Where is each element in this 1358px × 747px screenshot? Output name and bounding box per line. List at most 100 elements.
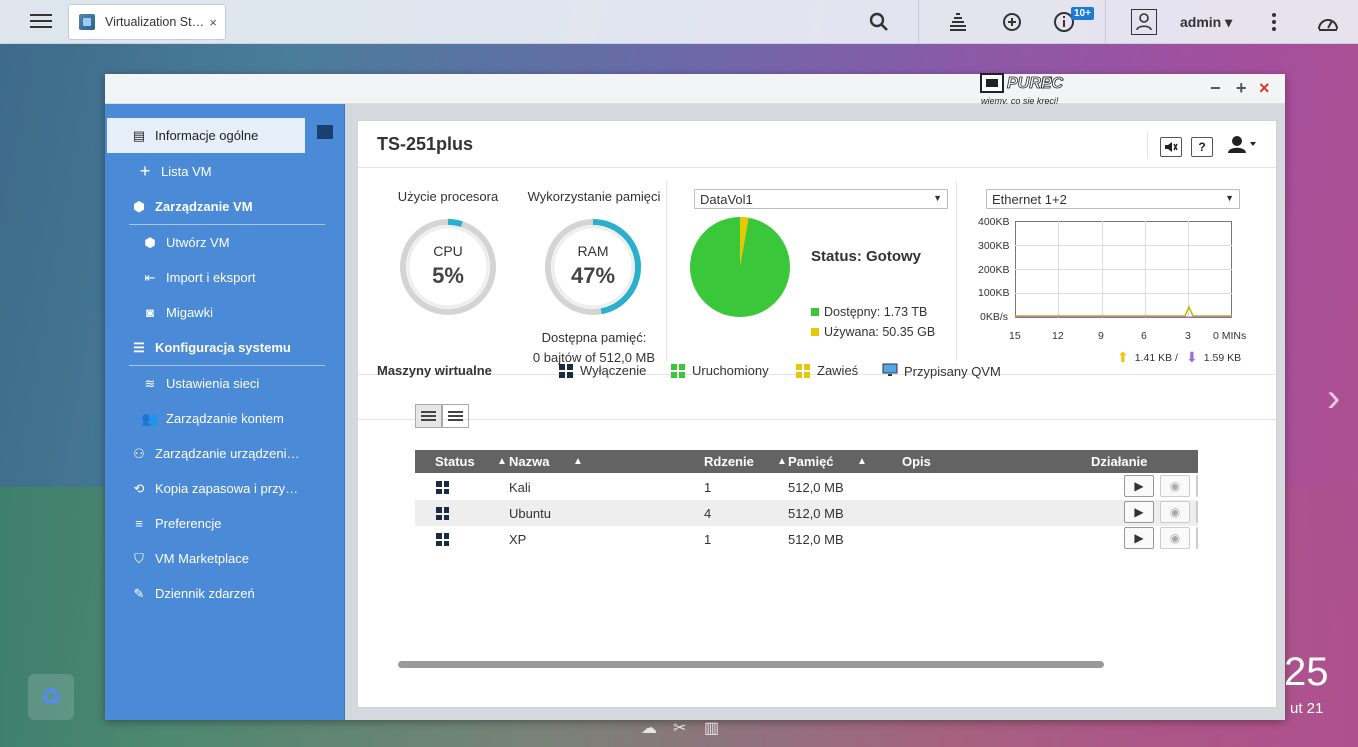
more-actions-button[interactable] [1196,527,1198,549]
legend-qvm: Przypisany QVM [882,363,1001,380]
vm-memory: 512,0 MB [788,506,844,521]
more-actions-button[interactable] [1196,475,1198,497]
x-tick-label: 6 [1141,330,1147,342]
sidebar-item-device-management[interactable]: ⚇ Zarządzanie urządzeni… [105,436,345,471]
eye-button[interactable]: ◉ [1160,501,1190,523]
download-rate: ⬇ 1.59 KB [1186,349,1241,366]
sidebar-item-system-config[interactable]: ☰ Konfiguracja systemu [105,330,345,365]
network-select-value: Ethernet 1+2 [992,192,1067,207]
cubes-icon: ⬢ [144,234,156,250]
more-options-icon[interactable] [1262,10,1286,34]
camera-icon: ◙ [146,305,154,320]
app-window: PURE PC wiemy, co się kręci! www.purepc.… [105,73,1285,720]
sidebar-item-account-management[interactable]: 👥 Zarządzanie kontem [105,401,345,436]
sync-icon[interactable] [1000,10,1024,34]
sidebar-item-create-vm[interactable]: ⬢ Utwórz VM [105,225,345,260]
sidebar-item-vm-list[interactable]: + Lista VM [105,154,345,189]
close-icon[interactable]: × [1259,78,1270,99]
sidebar-item-event-log[interactable]: ✎ Dziennik zdarzeń [105,576,345,611]
layout-toggle-icon[interactable] [317,125,333,139]
recycle-bin-icon[interactable]: ♻ [28,674,74,720]
tab-close-icon[interactable]: × [209,15,217,30]
network-icon: ≋ [144,375,156,391]
ram-value: 47% [570,263,616,288]
vm-memory: 512,0 MB [788,480,844,495]
main-content: TS-251plus ? Użycie procesora CPU 5% Wyk… [345,104,1285,720]
menu-icon[interactable] [30,10,52,30]
speaker-icon[interactable] [1160,137,1182,157]
col-memory[interactable]: Pamięć [788,454,834,469]
sidebar-item-label: Konfiguracja systemu [155,340,291,355]
sort-arrow-icon: ▲ [777,456,787,467]
network-select[interactable]: Ethernet 1+2 ▼ [986,189,1240,209]
user-icon[interactable] [1131,9,1157,35]
sidebar-item-label: Migawki [166,305,213,320]
volume-select[interactable]: DataVol1 ▼ [694,189,948,209]
vm-cores: 1 [704,480,712,495]
vm-cores: 1 [704,532,712,547]
sidebar-item-network-settings[interactable]: ≋ Ustawienia sieci [105,366,345,401]
volume-select-value: DataVol1 [700,192,753,207]
sidebar-item-vm-management[interactable]: ⬢ Zarządzanie VM [105,189,345,224]
window-titlebar[interactable]: PURE PC wiemy, co się kręci! www.purepc.… [105,73,1285,117]
vm-name: Ubuntu [509,506,551,521]
available-text: Dostępny: 1.73 TB [824,305,928,319]
eye-button[interactable]: ◉ [1160,475,1190,497]
sidebar-item-import-export[interactable]: ⇤ Import i eksport [105,260,345,295]
maximize-icon[interactable]: + [1236,78,1247,99]
log-icon: ✎ [133,585,145,601]
plus-icon: + [139,161,151,181]
tools-icon[interactable]: ✂ [673,718,686,738]
status-suspended-icon [796,363,810,378]
vm-cores: 4 [704,506,712,521]
sidebar-item-label: Utwórz VM [166,235,230,250]
status-off-icon [436,481,449,494]
col-status[interactable]: Status [435,454,475,469]
user-menu[interactable]: admin ▾ [1180,14,1232,31]
search-icon[interactable] [867,10,891,34]
download-arrow-icon: ⬇ [1186,349,1198,365]
sidebar-item-overview[interactable]: ▤ Informacje ogólne [107,118,305,153]
available-swatch [811,308,819,316]
eye-button[interactable]: ◉ [1160,527,1190,549]
tab-title: Virtualization St… [105,15,205,29]
play-button[interactable]: ▶ [1124,501,1154,523]
ram-gauge: RAM 47% [543,217,643,317]
horizontal-scrollbar[interactable] [398,661,1104,668]
dashboard-icon[interactable] [1316,10,1340,34]
download-text: 1.59 KB [1203,351,1242,364]
vm-memory: 512,0 MB [788,532,844,547]
upload-text: 1.41 KB / [1134,351,1178,364]
play-button[interactable]: ▶ [1124,475,1154,497]
used-legend: Używana: 50.35 GB [811,325,935,339]
minimize-icon[interactable]: − [1210,78,1221,99]
list-view-button[interactable] [442,404,469,428]
stack-icon[interactable] [946,10,970,34]
help-icon[interactable]: ? [1191,137,1213,157]
sidebar-item-backup[interactable]: ⟲ Kopia zapasowa i przy… [105,471,345,506]
col-cores[interactable]: Rdzenie [704,454,754,469]
app-tab[interactable]: Virtualization St… × [68,4,226,40]
more-actions-button[interactable] [1196,501,1198,523]
separator [1105,0,1106,44]
user-profile-icon[interactable] [1228,135,1258,158]
table-row[interactable]: XP 1 512,0 MB ▶ ◉ [415,526,1198,552]
divider [1147,131,1148,159]
status-running-icon [671,363,685,378]
chevron-down-icon: ▼ [1225,193,1234,203]
grid-icon[interactable]: ▥ [704,718,719,738]
cpu-value: 5% [432,263,464,288]
col-name[interactable]: Nazwa [509,454,549,469]
chevron-right-icon[interactable]: › [1327,376,1340,421]
table-row[interactable]: Kali 1 512,0 MB ▶ ◉ [415,474,1198,500]
table-row[interactable]: Ubuntu 4 512,0 MB ▶ ◉ [415,500,1198,526]
sidebar-item-preferences[interactable]: ≡ Preferencje [105,506,345,541]
cloud-icon[interactable]: ☁ [641,718,657,738]
sidebar-item-label: Import i eksport [166,270,256,285]
col-description[interactable]: Opis [902,454,931,469]
sidebar-item-snapshots[interactable]: ◙ Migawki [105,295,345,330]
overview-panel: TS-251plus ? Użycie procesora CPU 5% Wyk… [357,120,1277,708]
detail-view-button[interactable] [415,404,442,428]
play-button[interactable]: ▶ [1124,527,1154,549]
sidebar-item-vm-marketplace[interactable]: ⛉ VM Marketplace [105,541,345,576]
